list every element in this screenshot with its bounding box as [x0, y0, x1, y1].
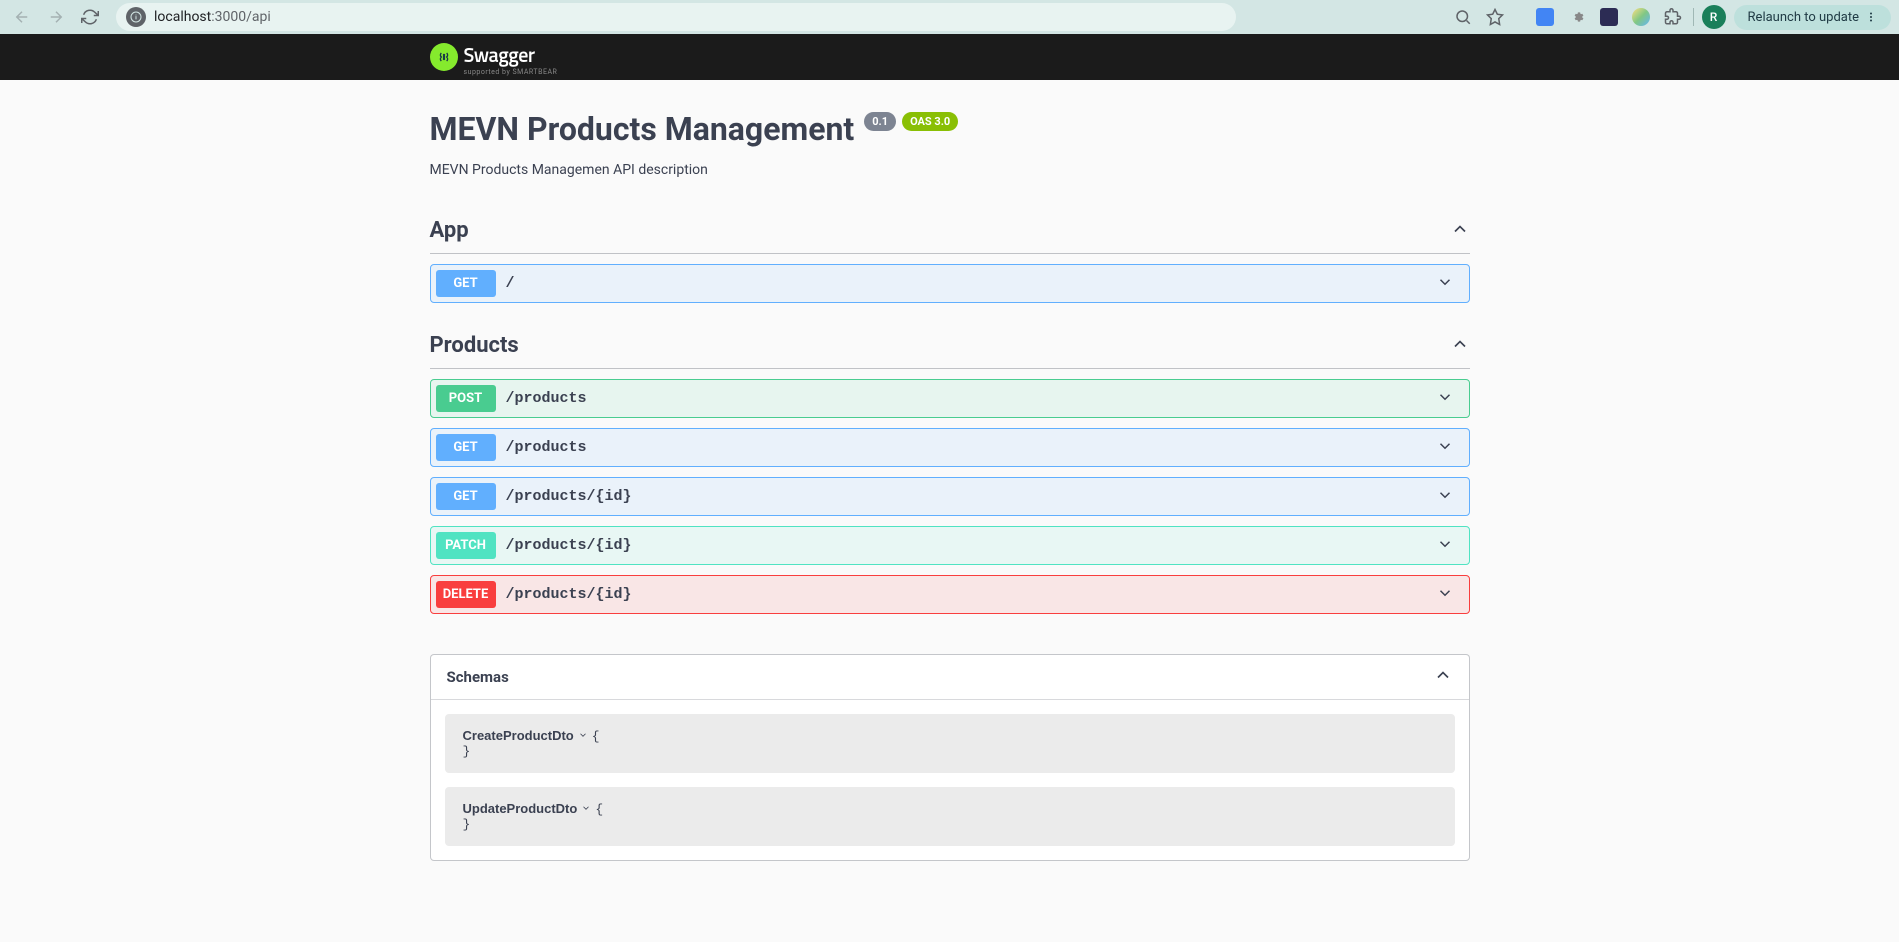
http-method-badge: GET — [436, 483, 496, 510]
tag-name: App — [430, 218, 469, 243]
swagger-logo-subtitle: supported by SMARTBEAR — [464, 68, 558, 76]
swagger-logo-text: Swagger — [464, 39, 558, 70]
swagger-ui: MEVN Products Management 0.1 OAS 3.0 MEV… — [410, 80, 1490, 891]
tag-products[interactable]: Products — [430, 323, 1470, 369]
react-extension-icon[interactable] — [1597, 5, 1621, 29]
schemas-toggle[interactable]: Schemas — [431, 655, 1469, 700]
toolbar-divider — [1693, 8, 1694, 26]
schemas-title: Schemas — [447, 668, 509, 686]
chevron-up-icon — [1450, 219, 1470, 243]
api-description: MEVN Products Managemen API description — [430, 162, 1470, 178]
extension-icon[interactable] — [1629, 5, 1653, 29]
operation-patch-1-3[interactable]: PATCH/products/{id} — [430, 526, 1470, 565]
http-method-badge: DELETE — [436, 581, 496, 608]
operation-path: /products/{id} — [506, 537, 632, 554]
chevron-up-icon — [1433, 665, 1453, 689]
api-info: MEVN Products Management 0.1 OAS 3.0 MEV… — [430, 110, 1470, 178]
brace-close: } — [463, 817, 471, 832]
extensions-puzzle-icon[interactable] — [1661, 5, 1685, 29]
site-info-icon[interactable] — [126, 7, 146, 27]
brace-close: } — [463, 744, 471, 759]
operation-delete-1-4[interactable]: DELETE/products/{id} — [430, 575, 1470, 614]
profile-avatar[interactable]: R — [1702, 5, 1726, 29]
api-title: MEVN Products Management — [430, 110, 855, 148]
operation-path: /products/{id} — [506, 586, 632, 603]
chevron-down-icon — [1436, 584, 1454, 606]
brace-open: { — [595, 802, 603, 817]
reload-button[interactable] — [76, 3, 104, 31]
chevron-down-icon — [1436, 486, 1454, 508]
swagger-logo-icon — [430, 43, 458, 71]
swagger-logo[interactable]: Swagger supported by SMARTBEAR — [430, 39, 1470, 76]
chrome-actions: R Relaunch to update — [1451, 5, 1891, 30]
chevron-down-icon — [1436, 535, 1454, 557]
chevron-down-icon — [1436, 388, 1454, 410]
operation-path: /products — [506, 439, 587, 456]
devtools-extension-icon[interactable] — [1565, 5, 1589, 29]
chevron-down-icon — [574, 729, 592, 744]
swagger-topbar: Swagger supported by SMARTBEAR — [0, 34, 1899, 80]
back-button[interactable] — [8, 3, 36, 31]
operation-get-1-1[interactable]: GET/products — [430, 428, 1470, 467]
tag-app[interactable]: App — [430, 208, 1470, 254]
schema-name: UpdateProductDto — [463, 801, 578, 816]
operation-get-0-0[interactable]: GET / — [430, 264, 1470, 303]
browser-toolbar: localhost:3000/api R Relaunch to update — [0, 0, 1899, 34]
brace-open: { — [592, 729, 600, 744]
relaunch-button[interactable]: Relaunch to update — [1734, 5, 1891, 30]
http-method-badge: GET — [436, 434, 496, 461]
tag-name: Products — [430, 333, 519, 358]
zoom-icon[interactable] — [1451, 5, 1475, 29]
schema-name: CreateProductDto — [463, 728, 574, 743]
forward-button[interactable] — [42, 3, 70, 31]
schemas-section: Schemas CreateProductDto{}UpdateProductD… — [430, 654, 1470, 861]
chevron-down-icon — [1436, 437, 1454, 459]
translate-extension-icon[interactable] — [1533, 5, 1557, 29]
chevron-up-icon — [1450, 334, 1470, 358]
url-text: localhost:3000/api — [154, 9, 271, 25]
schema-UpdateProductDto[interactable]: UpdateProductDto {} — [445, 787, 1455, 846]
chevron-down-icon — [1436, 273, 1454, 295]
operation-path: /products — [506, 390, 587, 407]
operation-get-1-2[interactable]: GET/products/{id} — [430, 477, 1470, 516]
chevron-down-icon — [577, 802, 595, 817]
operation-post-1-0[interactable]: POST/products — [430, 379, 1470, 418]
oas-badge: OAS 3.0 — [902, 112, 958, 131]
http-method-badge: PATCH — [436, 532, 496, 559]
http-method-badge: POST — [436, 385, 496, 412]
bookmark-icon[interactable] — [1483, 5, 1507, 29]
version-badge: 0.1 — [864, 112, 896, 131]
http-method-badge: GET — [436, 270, 496, 297]
schema-CreateProductDto[interactable]: CreateProductDto {} — [445, 714, 1455, 773]
operation-path: / — [506, 275, 515, 292]
operation-path: /products/{id} — [506, 488, 632, 505]
address-bar[interactable]: localhost:3000/api — [116, 3, 1236, 31]
